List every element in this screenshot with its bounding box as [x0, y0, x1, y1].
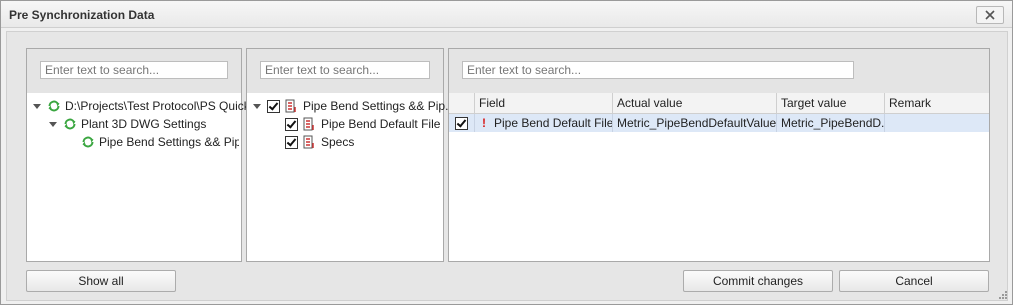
cell-field-text: Pipe Bend Default File	[494, 116, 613, 130]
cancel-button[interactable]: Cancel	[839, 270, 989, 292]
dialog-title: Pre Synchronization Data	[9, 8, 155, 22]
sync-icon	[82, 136, 94, 148]
column-header-actual-value[interactable]: Actual value	[613, 93, 777, 113]
title-bar: Pre Synchronization Data	[1, 1, 1012, 28]
checkbox[interactable]	[267, 99, 280, 113]
tree-item-label: Pipe Bend Settings && Pip...	[303, 99, 456, 113]
settings-list-icon	[303, 117, 314, 131]
tree-item-label: Specs	[321, 135, 355, 149]
settings-search-input[interactable]	[260, 61, 430, 79]
tree-item-label: D:\Projects\Test Protocol\PS Quick - T	[65, 99, 268, 113]
settings-list-icon	[303, 135, 314, 149]
tree-item-pipe-bend-group[interactable]: Pipe Bend Settings && Pip...	[253, 97, 455, 115]
source-search-area	[27, 49, 241, 93]
grid-search-area	[449, 49, 989, 93]
row-select-cell[interactable]	[449, 114, 475, 132]
close-button[interactable]	[976, 6, 1004, 24]
column-header-remark[interactable]: Remark	[885, 93, 989, 113]
grid-header: Field Actual value Target value Remark	[449, 93, 989, 114]
tree-item-pipe-bend-default-file[interactable]: Pipe Bend Default File	[285, 115, 440, 133]
cell-remark	[885, 114, 989, 132]
expand-arrow-icon[interactable]	[49, 121, 57, 127]
column-header-select[interactable]	[449, 93, 475, 113]
dialog-body: D:\Projects\Test Protocol\PS Quick - T P…	[6, 31, 1008, 301]
source-search-input[interactable]	[40, 61, 228, 79]
tree-item-plant3d-settings[interactable]: Plant 3D DWG Settings	[49, 115, 206, 133]
cell-actual-value: Metric_PipeBendDefaultValues...	[613, 114, 777, 132]
cell-target-value: Metric_PipeBendD...	[777, 114, 885, 132]
tree-item-label: Plant 3D DWG Settings	[81, 117, 207, 131]
source-tree-panel: D:\Projects\Test Protocol\PS Quick - T P…	[26, 48, 268, 262]
column-header-target-value[interactable]: Target value	[777, 93, 885, 113]
settings-tree-panel: Pipe Bend Settings && Pip... Pipe Bend D…	[246, 48, 455, 262]
settings-search-area	[247, 49, 443, 93]
column-header-field[interactable]: Field	[475, 93, 613, 113]
checkbox[interactable]	[285, 135, 298, 149]
differences-grid-panel: Field Actual value Target value Remark !…	[448, 48, 990, 262]
checkbox[interactable]	[455, 117, 468, 130]
tree-item-label: Pipe Bend Default File	[321, 117, 441, 131]
tree-item-specs[interactable]: Specs	[285, 133, 354, 151]
grid-search-input[interactable]	[462, 61, 854, 79]
expand-arrow-icon[interactable]	[33, 103, 41, 109]
close-icon	[985, 10, 995, 20]
cell-field: ! Pipe Bend Default File	[475, 114, 613, 132]
sync-icon	[64, 118, 76, 130]
resize-grip-icon[interactable]	[998, 290, 1008, 300]
checkbox[interactable]	[285, 117, 298, 131]
table-row[interactable]: ! Pipe Bend Default File Metric_PipeBendD…	[449, 114, 989, 132]
tree-item-pipe-bend-settings[interactable]: Pipe Bend Settings && Pipe Sp	[81, 133, 239, 151]
dialog-window: Pre Synchronization Data D:\Projects\Tes	[0, 0, 1013, 305]
warning-icon: !	[482, 116, 486, 130]
settings-list-icon	[285, 99, 296, 113]
commit-changes-button[interactable]: Commit changes	[683, 270, 833, 292]
sync-icon	[48, 100, 60, 112]
tree-item-project[interactable]: D:\Projects\Test Protocol\PS Quick - T	[33, 97, 268, 115]
tree-item-label: Pipe Bend Settings && Pipe Sp	[99, 135, 239, 149]
show-all-button[interactable]: Show all	[26, 270, 176, 292]
expand-arrow-icon[interactable]	[253, 103, 261, 109]
